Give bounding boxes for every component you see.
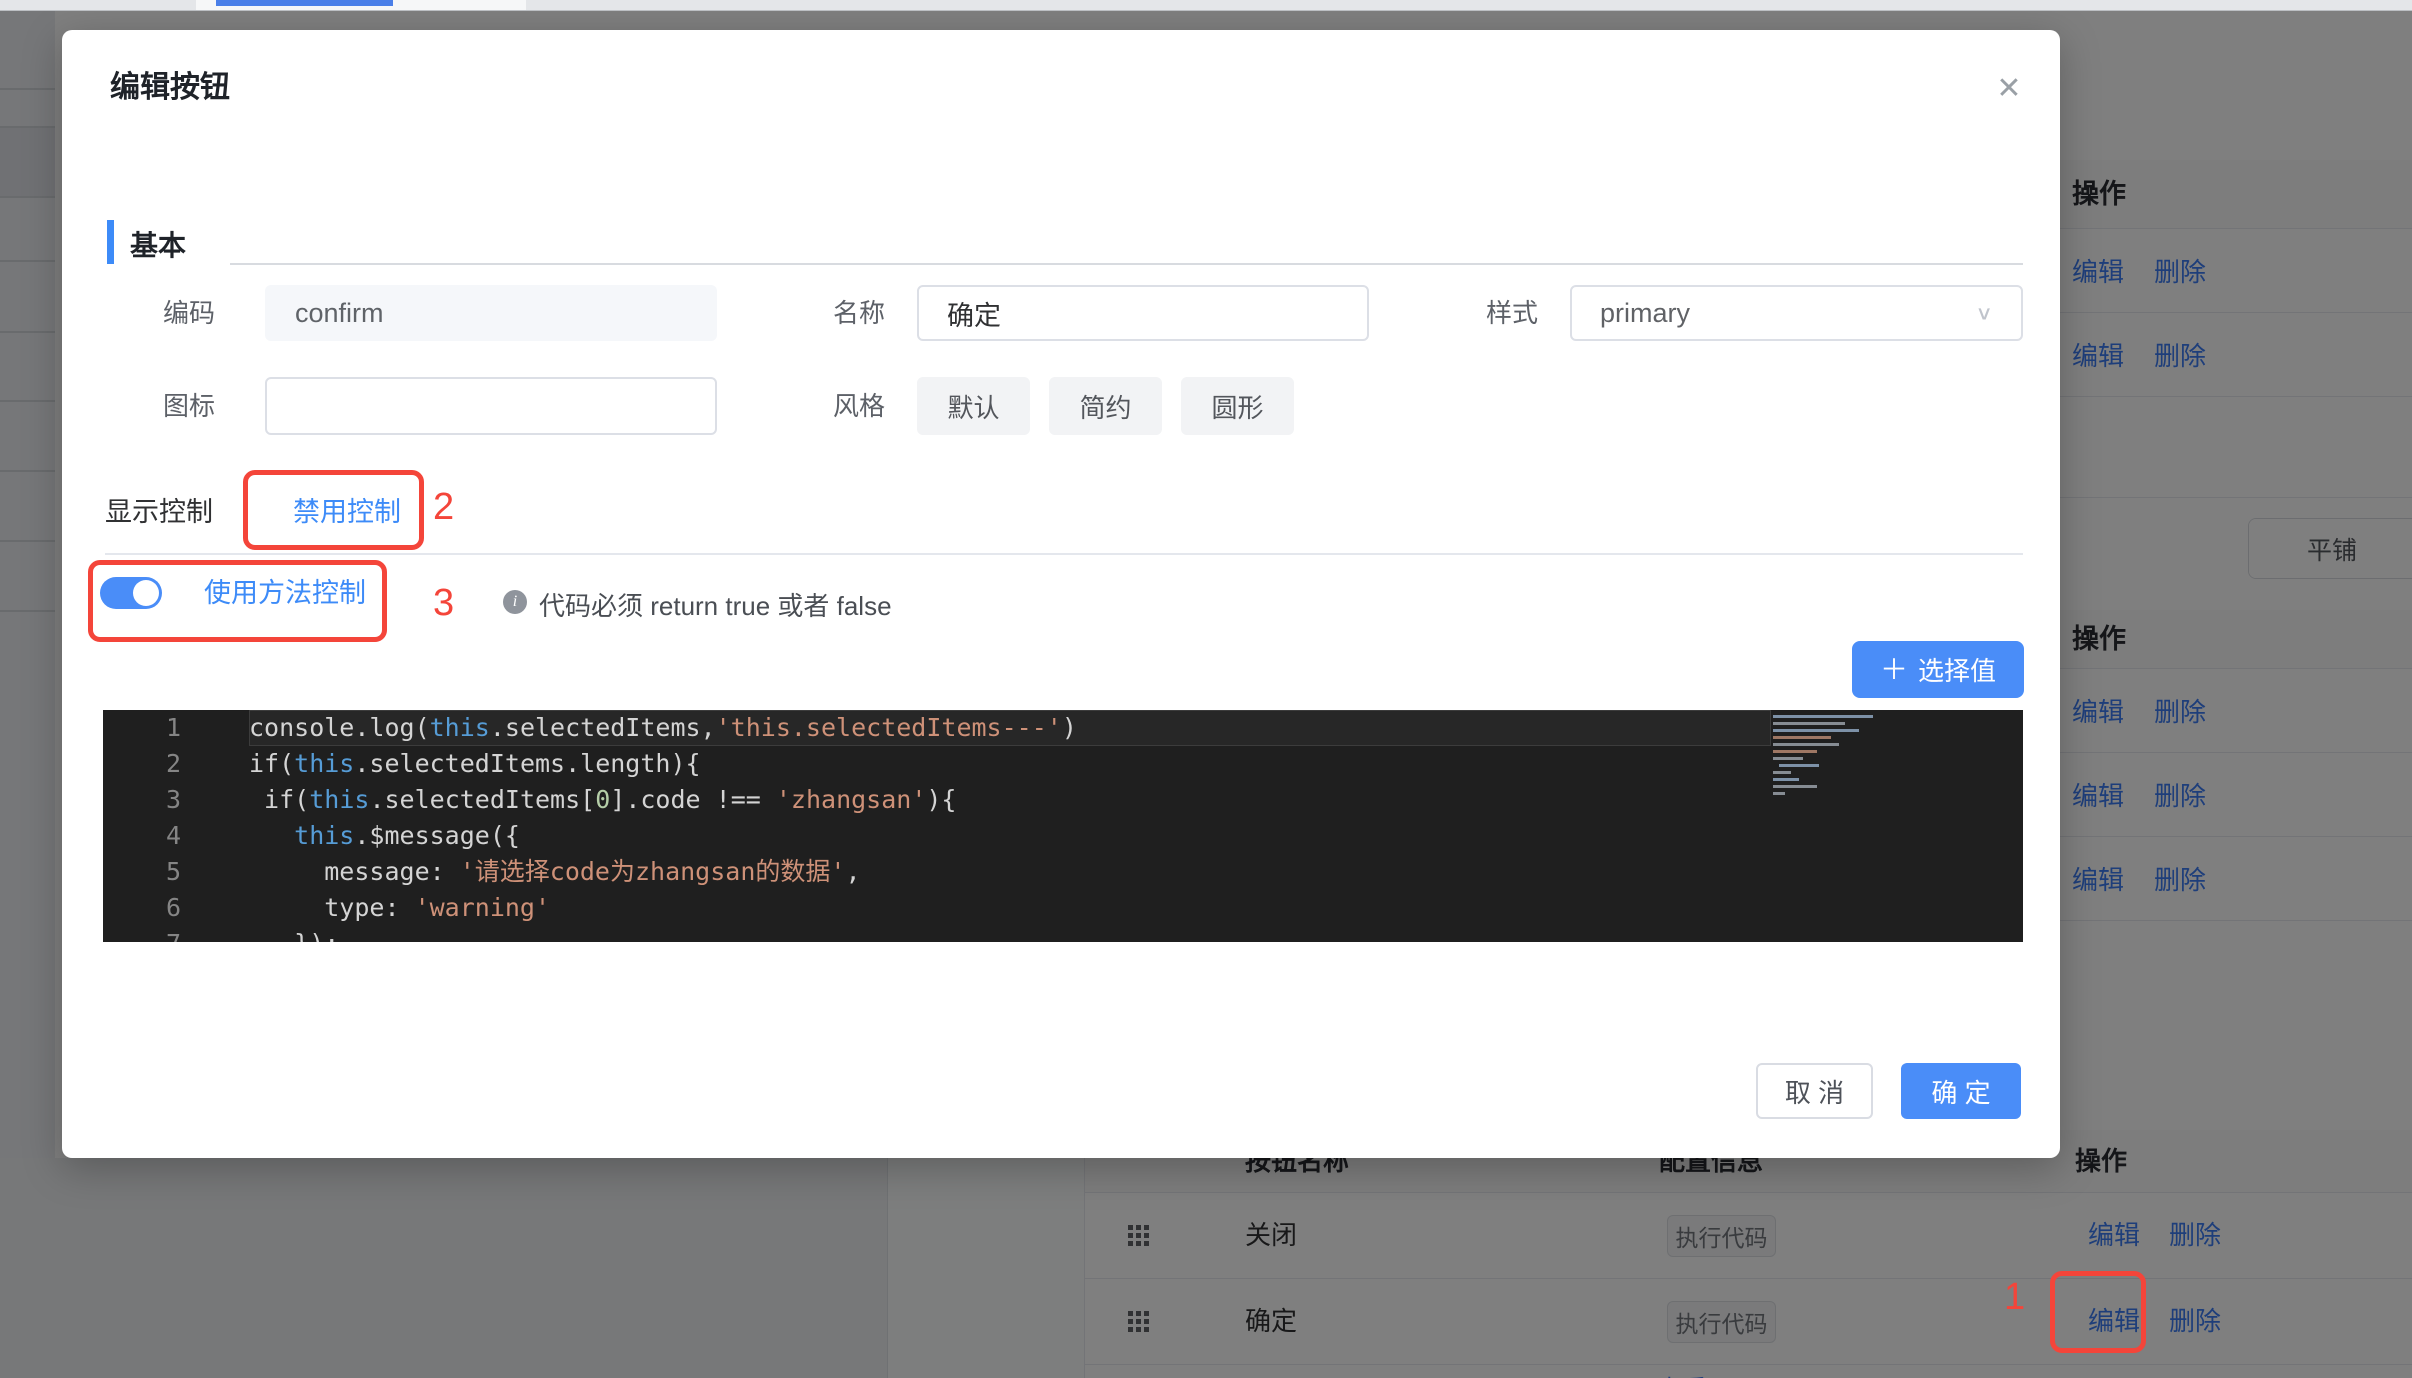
code-label: 编码 bbox=[125, 285, 215, 341]
dialog-title: 编辑按钮 bbox=[110, 62, 230, 106]
annotation-number-3: 3 bbox=[433, 582, 454, 625]
code-line: 5 message: '请选择code为zhangsan的数据', bbox=[103, 854, 2023, 890]
code-line: 1console.log(this.selectedItems,'this.se… bbox=[103, 710, 2023, 746]
annotation-box-step3 bbox=[88, 560, 387, 642]
active-tab-indicator[interactable] bbox=[216, 0, 393, 6]
annotation-box-step1 bbox=[2050, 1271, 2146, 1353]
code-line: 4 this.$message({ bbox=[103, 818, 2023, 854]
line-number: 6 bbox=[103, 890, 215, 926]
line-number: 5 bbox=[103, 854, 215, 890]
browser-top-strip bbox=[0, 0, 2412, 11]
section-divider bbox=[230, 263, 2023, 265]
section-title-basic: 基本 bbox=[130, 224, 186, 264]
tabs-divider bbox=[105, 553, 2023, 555]
line-number: 4 bbox=[103, 818, 215, 854]
plus-icon: ＋ bbox=[1880, 656, 1908, 684]
info-icon: i bbox=[503, 590, 527, 614]
pick-value-label: 选择值 bbox=[1918, 651, 1996, 688]
icon-input[interactable] bbox=[265, 377, 717, 435]
icon-label: 图标 bbox=[125, 377, 215, 435]
code-editor[interactable]: 1console.log(this.selectedItems,'this.se… bbox=[103, 710, 2023, 942]
close-icon[interactable]: ✕ bbox=[1987, 66, 2031, 110]
code-line: 2if(this.selectedItems.length){ bbox=[103, 746, 2023, 782]
line-number: 3 bbox=[103, 782, 215, 818]
annotation-number-1: 1 bbox=[2004, 1276, 2025, 1319]
editor-minimap[interactable] bbox=[1773, 715, 1891, 825]
hint-text: 代码必须 return true 或者 false bbox=[539, 586, 892, 623]
style-label: 样式 bbox=[1448, 285, 1538, 341]
style-select-value: primary bbox=[1600, 298, 1690, 329]
annotation-number-2: 2 bbox=[433, 486, 454, 529]
section-accent-bar bbox=[107, 220, 114, 264]
line-number: 1 bbox=[103, 710, 215, 746]
code-line: 7 }); bbox=[103, 926, 2023, 942]
shape-round-button[interactable]: 圆形 bbox=[1181, 377, 1294, 435]
chevron-down-icon: ∨ bbox=[1975, 301, 1993, 324]
shape-default-button[interactable]: 默认 bbox=[917, 377, 1030, 435]
tab-display-control[interactable]: 显示控制 bbox=[105, 490, 213, 534]
shape-label: 风格 bbox=[795, 377, 885, 435]
screen: 操作 编辑删除编辑删除 平铺 折 操作 编辑删除编辑删除编辑删除 按钮名称 配置… bbox=[0, 0, 2412, 1378]
style-select[interactable]: primary ∨ bbox=[1570, 285, 2023, 341]
code-lines: 1console.log(this.selectedItems,'this.se… bbox=[103, 710, 2023, 942]
line-number: 7 bbox=[103, 926, 215, 942]
pick-value-button[interactable]: ＋ 选择值 bbox=[1852, 641, 2024, 698]
name-label: 名称 bbox=[795, 285, 885, 341]
code-line: 3 if(this.selectedItems[0].code !== 'zha… bbox=[103, 782, 2023, 818]
cancel-button[interactable]: 取 消 bbox=[1756, 1063, 1873, 1119]
shape-simple-button[interactable]: 简约 bbox=[1049, 377, 1162, 435]
annotation-box-step2 bbox=[243, 470, 424, 550]
code-line: 6 type: 'warning' bbox=[103, 890, 2023, 926]
confirm-button[interactable]: 确 定 bbox=[1901, 1063, 2021, 1119]
code-input[interactable] bbox=[265, 285, 717, 341]
line-number: 2 bbox=[103, 746, 215, 782]
name-input[interactable] bbox=[917, 285, 1369, 341]
